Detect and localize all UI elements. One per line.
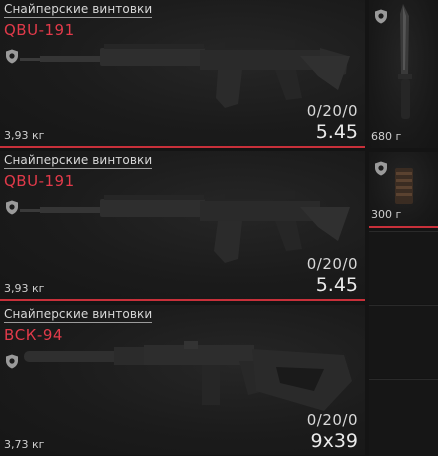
caliber-label: 5.45 <box>315 121 358 143</box>
ammo-count: 0/20/0 <box>306 102 358 120</box>
equipment-slot-knife[interactable]: 680 г <box>369 0 438 148</box>
shield-icon <box>375 161 387 176</box>
weapon-weight: 3,93 кг <box>4 282 45 295</box>
shield-icon <box>6 354 18 369</box>
empty-slot[interactable] <box>369 231 438 304</box>
equipment-slot-magazine[interactable]: 300 г <box>369 152 438 228</box>
weapon-card-3[interactable]: Снайперские винтовки ВСК-94 3,73 кг 0/20… <box>0 305 365 455</box>
caliber-label: 9x39 <box>310 430 358 452</box>
item-weight: 680 г <box>371 130 402 143</box>
weapon-card-2[interactable]: Снайперские винтовки QBU-191 3,93 кг 0/2… <box>0 151 365 301</box>
shield-icon <box>375 9 387 24</box>
weapon-weight: 3,93 кг <box>4 129 45 142</box>
weapon-weight: 3,73 кг <box>4 438 45 451</box>
weapon-card-1[interactable]: Снайперские винтовки QBU-191 3,93 кг 0/2… <box>0 0 365 148</box>
weapon-name: QBU-191 <box>4 21 75 39</box>
item-weight: 300 г <box>371 208 402 221</box>
empty-slot[interactable] <box>369 305 438 378</box>
weapon-category: Снайперские винтовки <box>4 2 153 18</box>
ammo-count: 0/20/0 <box>306 411 358 429</box>
caliber-label: 5.45 <box>315 274 358 296</box>
empty-slot[interactable] <box>369 379 438 456</box>
rifle-image <box>24 341 352 411</box>
weapon-category: Снайперские винтовки <box>4 307 153 323</box>
magazine-icon <box>395 168 413 204</box>
ammo-count: 0/20/0 <box>306 255 358 273</box>
weapon-category: Снайперские винтовки <box>4 153 153 169</box>
shield-icon <box>6 200 18 215</box>
knife-icon <box>398 4 412 119</box>
weapon-name: QBU-191 <box>4 172 75 190</box>
shield-icon <box>6 49 18 64</box>
